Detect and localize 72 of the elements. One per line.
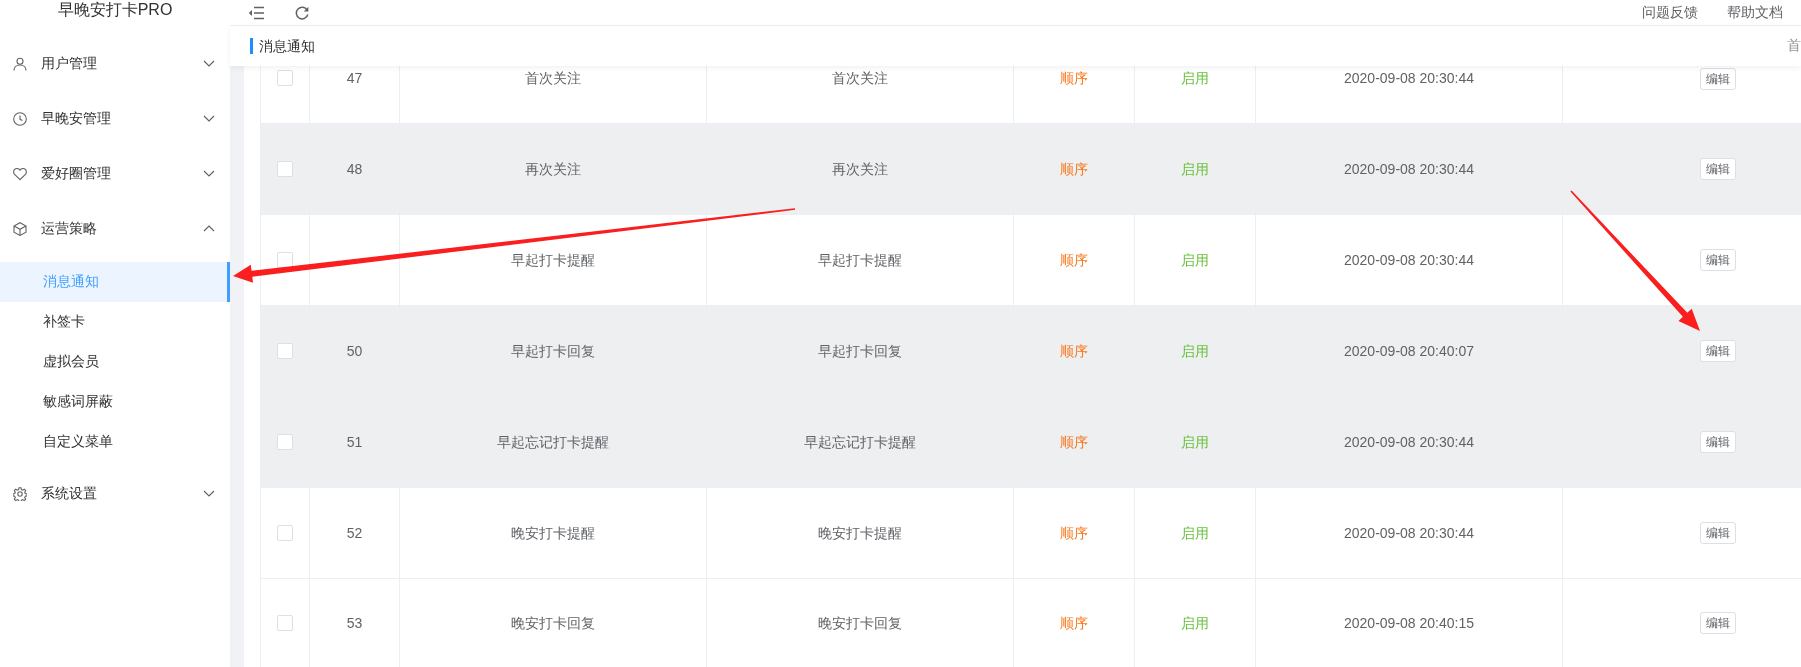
edit-button[interactable]: 编辑 [1699, 612, 1736, 634]
row-checkbox[interactable] [277, 161, 293, 178]
table-cell: 顺序 [1013, 214, 1135, 306]
table-cell: 2020-09-08 20:40:15 [1255, 578, 1563, 667]
table-cell: 顺序 [1013, 578, 1135, 667]
edit-button[interactable]: 编辑 [1699, 340, 1736, 362]
table-cell: 52 [309, 487, 400, 579]
table-cell: 顺序 [1013, 123, 1135, 215]
header-link[interactable]: 帮助文档 [1727, 3, 1783, 22]
menu-item[interactable]: 早晚安管理 [0, 91, 230, 146]
table-cell: 顺序 [1013, 487, 1135, 579]
table-cell: 2020-09-08 20:30:44 [1255, 214, 1563, 306]
table-cell: 晚安打卡回复 [399, 578, 707, 667]
app-title: 早晚安打卡PRO [57, 0, 173, 20]
edit-button[interactable]: 编辑 [1699, 158, 1736, 180]
submenu-item[interactable]: 虚拟会员 [0, 342, 230, 382]
cube-icon [13, 221, 27, 236]
clock-icon [13, 111, 27, 126]
table-cell: 早起打卡回复 [706, 305, 1014, 397]
edit-button[interactable]: 编辑 [1699, 68, 1736, 90]
table-cell: 47 [309, 66, 400, 124]
submenu-item[interactable]: 敏感词屏蔽 [0, 382, 230, 422]
submenu-item[interactable]: 自定义菜单 [0, 422, 230, 462]
table-cell: 51 [309, 396, 400, 488]
table-cell: 启用 [1134, 578, 1256, 667]
row-checkbox[interactable] [277, 252, 293, 269]
heart-icon [13, 166, 27, 181]
row-checkbox[interactable] [277, 343, 293, 360]
submenu-item[interactable]: 补签卡 [0, 302, 230, 342]
table-cell: 启用 [1134, 66, 1256, 124]
user-icon [13, 56, 27, 71]
table-cell: 2020-09-08 20:30:44 [1255, 66, 1563, 124]
table-cell: 晚安打卡提醒 [706, 487, 1014, 579]
table-cell: 首次关注 [706, 66, 1014, 124]
refresh-icon[interactable] [295, 5, 309, 20]
table-cell: 50 [309, 305, 400, 397]
menu-item[interactable]: 爱好圈管理 [0, 146, 230, 201]
row-checkbox[interactable] [277, 70, 293, 87]
table-cell: 2020-09-08 20:30:44 [1255, 396, 1563, 488]
table-cell: 早起忘记打卡提醒 [399, 396, 707, 488]
table-cell: 启用 [1134, 396, 1256, 488]
edit-button[interactable]: 编辑 [1699, 431, 1736, 453]
table-cell: 53 [309, 578, 400, 667]
table-cell: 启用 [1134, 214, 1256, 306]
table-cell: 2020-09-08 20:30:44 [1255, 487, 1563, 579]
menu-item[interactable]: 系统设置 [0, 466, 230, 521]
header-link[interactable]: 问题反馈 [1642, 3, 1698, 22]
menu-item[interactable]: 用户管理 [0, 36, 230, 91]
table-cell: 48 [309, 123, 400, 215]
table-cell: 顺序 [1013, 66, 1135, 124]
edit-button[interactable]: 编辑 [1699, 522, 1736, 544]
table-cell: 早起忘记打卡提醒 [706, 396, 1014, 488]
row-checkbox[interactable] [277, 615, 293, 632]
table-cell: 启用 [1134, 123, 1256, 215]
edit-button[interactable]: 编辑 [1699, 249, 1736, 271]
table-cell: 启用 [1134, 487, 1256, 579]
table-cell: 晚安打卡提醒 [399, 487, 707, 579]
table-cell: 顺序 [1013, 305, 1135, 397]
page-title: 消息通知 [250, 38, 315, 54]
row-checkbox[interactable] [277, 525, 293, 542]
table-cell: 首次关注 [399, 66, 707, 124]
menu-item[interactable]: 运营策略 [0, 201, 230, 256]
table-cell: 2020-09-08 20:30:44 [1255, 123, 1563, 215]
menu-fold-icon[interactable] [248, 5, 265, 20]
table-cell: 早起打卡回复 [399, 305, 707, 397]
table-cell: 再次关注 [399, 123, 707, 215]
settings-icon [13, 486, 27, 501]
table-cell: 启用 [1134, 305, 1256, 397]
table-cell: 晚安打卡回复 [706, 578, 1014, 667]
table-cell: 顺序 [1013, 396, 1135, 488]
row-checkbox[interactable] [277, 434, 293, 451]
table-cell: 2020-09-08 20:40:07 [1255, 305, 1563, 397]
